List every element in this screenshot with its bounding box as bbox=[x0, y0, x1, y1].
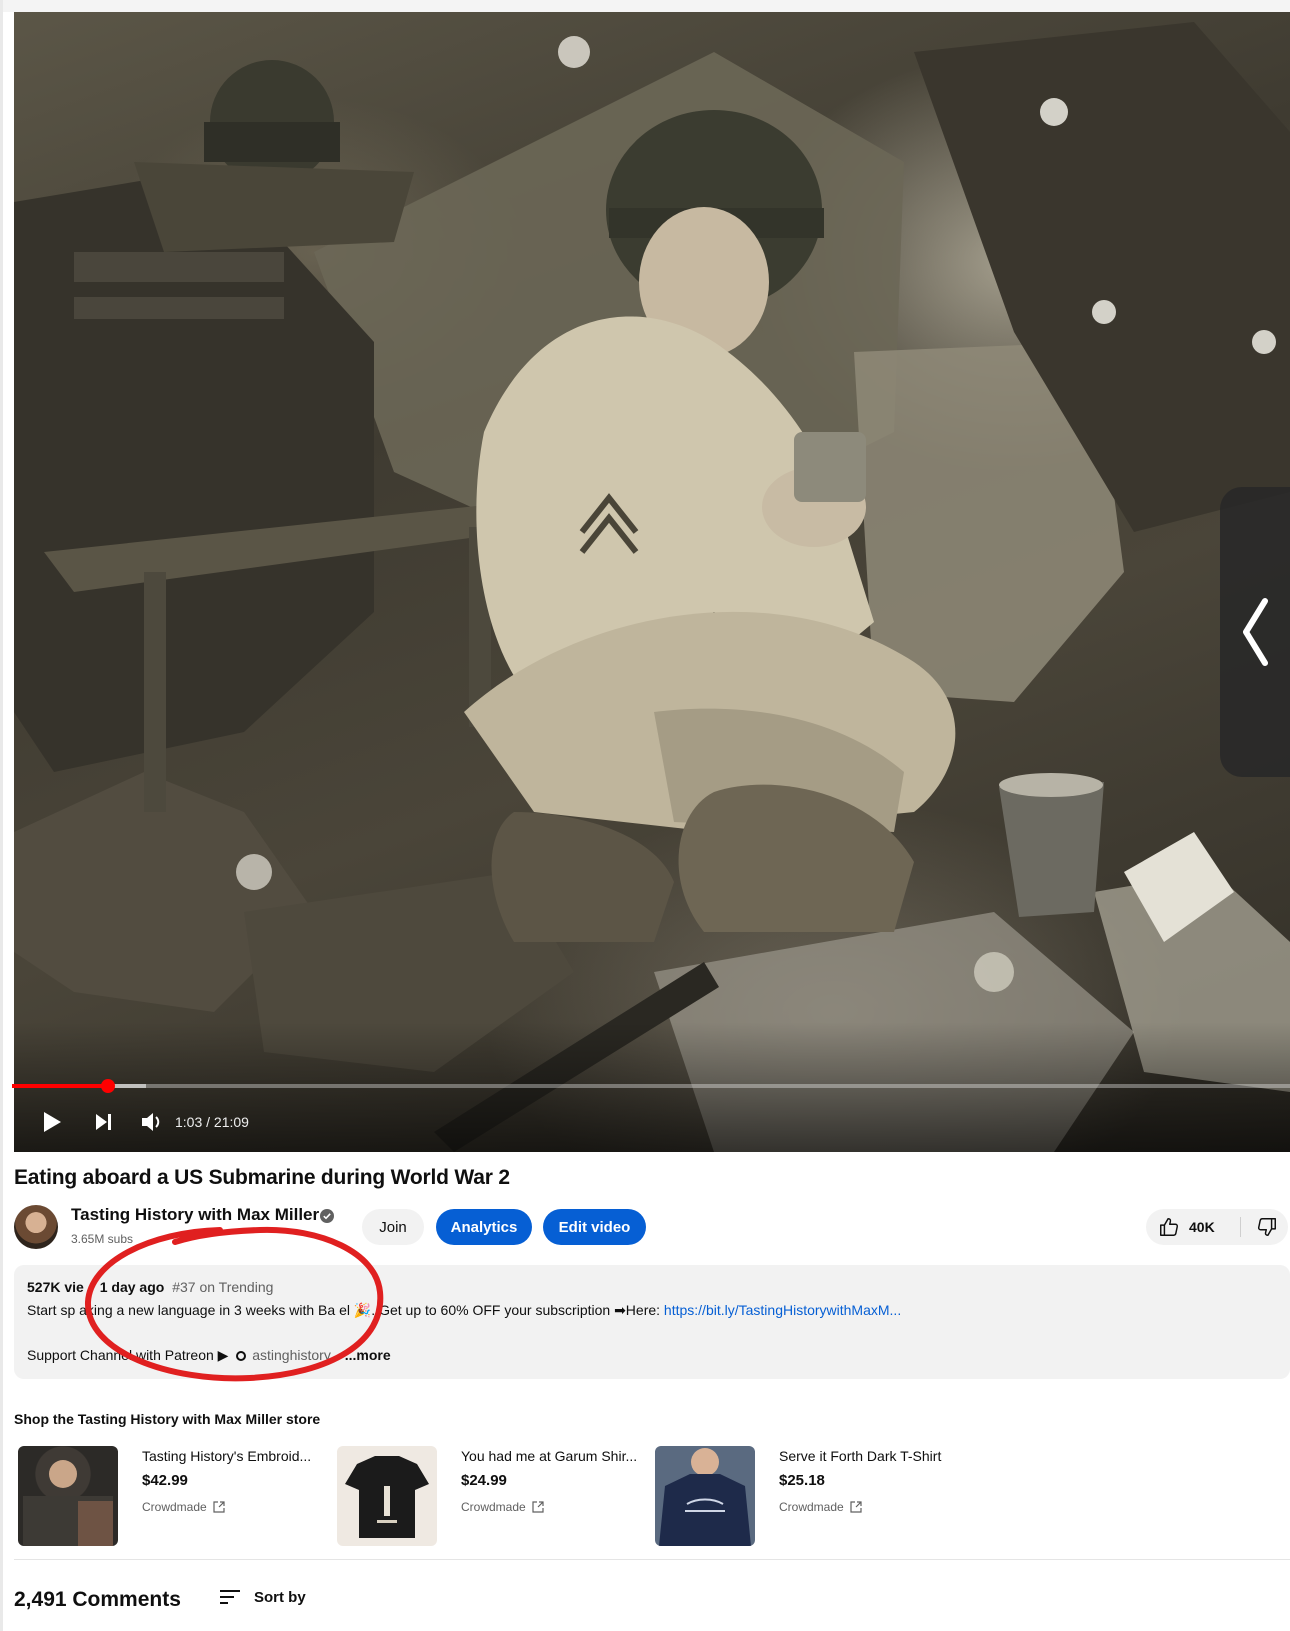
external-link-icon bbox=[532, 1501, 544, 1513]
volume-button[interactable] bbox=[138, 1108, 166, 1136]
product-name[interactable]: Serve it Forth Dark T-Shirt bbox=[779, 1448, 941, 1464]
chevron-left-icon bbox=[1243, 598, 1268, 666]
skip-next-icon bbox=[96, 1114, 111, 1130]
top-border bbox=[0, 0, 1290, 12]
product-vendor[interactable]: Crowdmade bbox=[142, 1500, 225, 1514]
comments-count: 2,491 Comments bbox=[14, 1588, 181, 1611]
vendor-name: Crowdmade bbox=[142, 1500, 207, 1514]
like-button[interactable]: 40K bbox=[1146, 1209, 1240, 1245]
sort-comments-button[interactable]: Sort by bbox=[220, 1588, 306, 1606]
progress-bar[interactable] bbox=[12, 1079, 1290, 1093]
sort-label: Sort by bbox=[254, 1588, 306, 1606]
section-divider bbox=[14, 1559, 1290, 1560]
like-dislike-group: 40K bbox=[1146, 1209, 1288, 1245]
product-name[interactable]: Tasting History's Embroid... bbox=[142, 1448, 311, 1464]
sponsor-link[interactable]: https://bit.ly/TastingHistorywithMaxM... bbox=[664, 1302, 901, 1318]
product-price: $24.99 bbox=[461, 1472, 507, 1489]
dislike-button[interactable] bbox=[1249, 1209, 1285, 1245]
product-price: $42.99 bbox=[142, 1472, 188, 1489]
video-title: Eating aboard a US Submarine during Worl… bbox=[14, 1166, 510, 1189]
thumbs-up-icon bbox=[1160, 1218, 1179, 1236]
thumbs-down-icon bbox=[1257, 1218, 1276, 1236]
video-player[interactable] bbox=[14, 12, 1290, 1152]
product-vendor[interactable]: Crowdmade bbox=[461, 1500, 544, 1514]
progress-scrubber[interactable] bbox=[100, 1079, 115, 1093]
product-card[interactable]: Serve it Forth Dark T-Shirt $25.18 Crowd… bbox=[651, 1446, 961, 1546]
vendor-name: Crowdmade bbox=[779, 1500, 844, 1514]
volume-icon bbox=[142, 1113, 160, 1131]
like-count: 40K bbox=[1189, 1219, 1215, 1235]
product-image bbox=[18, 1446, 118, 1546]
sort-icon bbox=[220, 1590, 240, 1604]
product-card[interactable]: You had me at Garum Shir... $24.99 Crowd… bbox=[333, 1446, 643, 1546]
video-frame bbox=[14, 12, 1290, 1152]
external-link-icon bbox=[850, 1501, 862, 1513]
time-display: 1:03 / 21:09 bbox=[175, 1114, 249, 1130]
product-image bbox=[337, 1446, 437, 1546]
verified-icon bbox=[320, 1209, 334, 1223]
product-vendor[interactable]: Crowdmade bbox=[779, 1500, 862, 1514]
channel-avatar[interactable] bbox=[14, 1205, 58, 1249]
like-separator bbox=[1240, 1217, 1241, 1237]
product-image bbox=[655, 1446, 755, 1546]
product-price: $25.18 bbox=[779, 1472, 825, 1489]
view-count: 527K vie bbox=[27, 1279, 84, 1295]
next-button[interactable] bbox=[90, 1108, 118, 1136]
analytics-button[interactable]: Analytics bbox=[436, 1209, 532, 1245]
side-panel-toggle[interactable] bbox=[1220, 487, 1290, 777]
shop-heading: Shop the Tasting History with Max Miller… bbox=[14, 1411, 321, 1427]
edit-video-button[interactable]: Edit video bbox=[543, 1209, 646, 1245]
vendor-name: Crowdmade bbox=[461, 1500, 526, 1514]
product-name[interactable]: You had me at Garum Shir... bbox=[461, 1448, 637, 1464]
play-button[interactable] bbox=[38, 1108, 66, 1136]
external-link-icon bbox=[213, 1501, 225, 1513]
product-card[interactable]: Tasting History's Embroid... $42.99 Crow… bbox=[14, 1446, 324, 1546]
annotation-circle bbox=[84, 1226, 384, 1382]
left-border bbox=[0, 0, 3, 1631]
progress-played bbox=[12, 1084, 108, 1088]
play-icon bbox=[44, 1112, 61, 1132]
